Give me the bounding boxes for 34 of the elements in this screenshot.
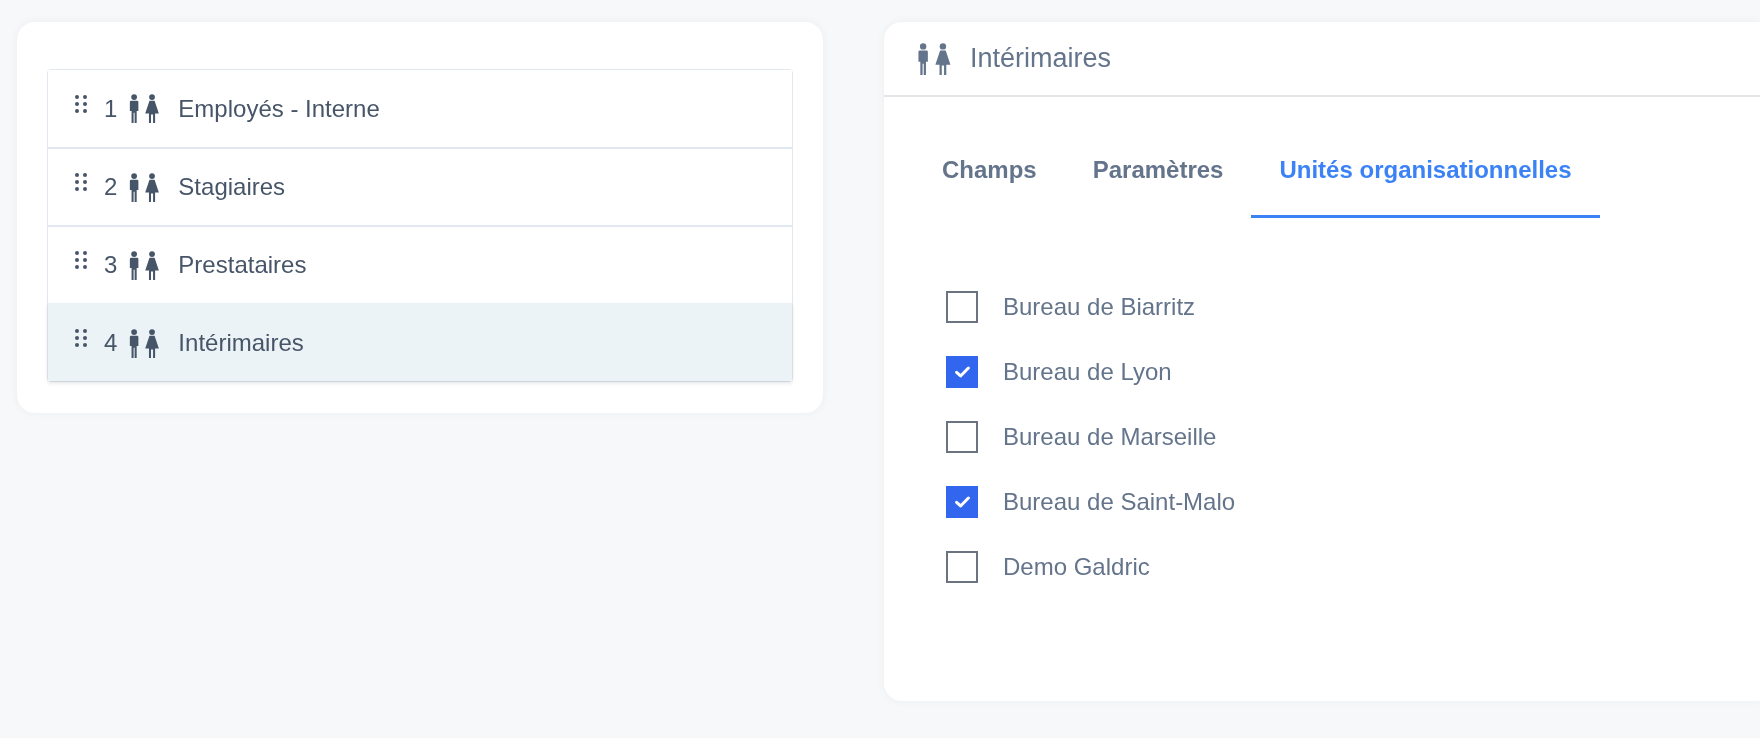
drag-handle-icon[interactable] bbox=[75, 329, 87, 347]
drag-handle-icon[interactable] bbox=[75, 173, 87, 191]
row-number: 1 bbox=[104, 94, 118, 123]
checkbox-label: Bureau de Biarritz bbox=[1003, 293, 1196, 321]
man-woman-icon bbox=[127, 94, 161, 123]
checkbox[interactable] bbox=[946, 421, 978, 453]
drag-handle-icon[interactable] bbox=[75, 251, 87, 269]
row-label: Intérimaires bbox=[178, 329, 304, 357]
man-woman-icon bbox=[127, 250, 161, 280]
drag-handle-icon[interactable] bbox=[75, 94, 87, 113]
list-row[interactable]: 4 Intérimaires bbox=[48, 303, 792, 381]
row-number: 2 bbox=[104, 173, 118, 201]
row-label: Stagiaires bbox=[178, 173, 286, 201]
row-label: Employés - Interne bbox=[178, 94, 380, 123]
tab[interactable]: Champs bbox=[914, 125, 1065, 218]
checkbox[interactable] bbox=[946, 291, 978, 323]
checkbox[interactable] bbox=[946, 486, 978, 518]
man-woman-icon bbox=[127, 328, 161, 358]
checkbox-label: Bureau de Saint-Malo bbox=[1003, 488, 1236, 516]
checkbox-label: Demo Galdric bbox=[1003, 553, 1150, 581]
man-woman-icon bbox=[127, 172, 161, 202]
checkbox[interactable] bbox=[946, 551, 978, 583]
tab[interactable]: Unités organisationnelles bbox=[1251, 125, 1600, 218]
check-icon bbox=[954, 366, 970, 378]
row-label: Prestataires bbox=[178, 251, 307, 279]
checkbox-label: Bureau de Lyon bbox=[1003, 358, 1172, 386]
man-woman-icon bbox=[915, 42, 952, 75]
row-number: 3 bbox=[104, 251, 118, 279]
row-number: 4 bbox=[104, 329, 118, 357]
panel-title: Intérimaires bbox=[970, 43, 1112, 74]
check-icon bbox=[954, 496, 970, 508]
checkbox-label: Bureau de Marseille bbox=[1003, 423, 1217, 451]
checkbox[interactable] bbox=[946, 356, 978, 388]
tab[interactable]: Paramètres bbox=[1064, 125, 1252, 218]
